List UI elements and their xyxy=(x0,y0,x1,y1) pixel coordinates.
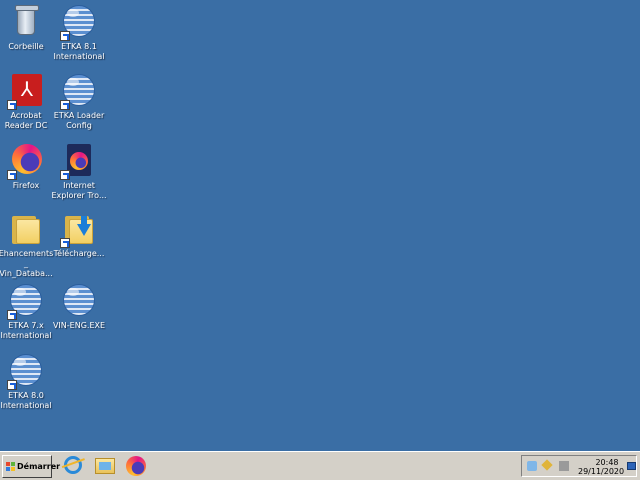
firefox-icon xyxy=(126,456,146,476)
info-tray-icon[interactable] xyxy=(527,461,537,471)
volume-tray-icon[interactable] xyxy=(559,461,569,471)
icon-label: Ehancements_ Vin_Databa... xyxy=(0,249,54,278)
desktop-icon-telechargements[interactable]: Télécharge... xyxy=(51,212,107,259)
shortcut-arrow-icon xyxy=(7,170,17,180)
shortcut-arrow-icon xyxy=(7,310,17,320)
shortcut-arrow-icon xyxy=(60,31,70,41)
desktop-icon-etka-loader-config[interactable]: ETKA Loader Config xyxy=(51,74,107,131)
shortcut-arrow-icon xyxy=(60,238,70,248)
icon-label: VIN-ENG.EXE xyxy=(52,321,106,330)
icon-label: Corbeille xyxy=(8,42,44,51)
desktop-icon-etka-8-1[interactable]: ETKA 8.1 International xyxy=(51,5,107,62)
start-button[interactable]: Démarrer xyxy=(2,455,60,478)
shortcut-arrow-icon xyxy=(7,380,17,390)
recycle-bin-icon xyxy=(15,5,39,35)
shortcut-arrow-icon xyxy=(60,170,70,180)
quicklaunch-explorer[interactable] xyxy=(93,455,117,477)
show-desktop-icon[interactable] xyxy=(627,462,636,470)
start-label: Démarrer xyxy=(17,462,61,471)
desktop-icon-ehancements-folder[interactable]: Ehancements_ Vin_Databa... xyxy=(0,212,54,279)
quicklaunch-firefox[interactable] xyxy=(124,455,148,477)
icon-label: Firefox xyxy=(12,181,40,190)
desktop-icon-etka-7x[interactable]: ETKA 7.x International xyxy=(0,284,54,341)
desktop-icon-vin-eng-exe[interactable]: VIN-ENG.EXE xyxy=(51,284,107,331)
explorer-folder-icon xyxy=(95,458,115,474)
clock-time[interactable]: 20:48 xyxy=(590,458,624,467)
shortcut-arrow-icon xyxy=(60,100,70,110)
folder-icon xyxy=(12,216,40,244)
quicklaunch-internet-explorer[interactable] xyxy=(61,455,85,477)
etka-globe-icon xyxy=(63,284,95,316)
icon-label: ETKA Loader Config xyxy=(53,111,105,130)
windows-logo-icon xyxy=(6,462,15,471)
internet-explorer-icon xyxy=(64,456,82,474)
clock-date[interactable]: 29/11/2020 xyxy=(578,467,624,476)
icon-label: Internet Explorer Tro... xyxy=(51,181,107,200)
icon-label: Télécharge... xyxy=(53,249,105,258)
network-tray-icon[interactable] xyxy=(541,459,553,471)
icon-label: ETKA 7.x International xyxy=(0,321,52,340)
system-tray: 20:48 29/11/2020 xyxy=(521,455,637,477)
desktop-icon-corbeille[interactable]: Corbeille xyxy=(0,5,54,52)
desktop-icon-firefox[interactable]: Firefox xyxy=(0,144,54,191)
firefox-app-icon xyxy=(67,144,91,176)
desktop-icon-acrobat-reader[interactable]: ⅄ Acrobat Reader DC xyxy=(0,74,54,131)
desktop-icon-etka-8-0[interactable]: ETKA 8.0 International xyxy=(0,354,54,411)
taskbar: Démarrer 20:48 29/11/2020 xyxy=(0,451,640,480)
icon-label: ETKA 8.1 International xyxy=(53,42,105,61)
shortcut-arrow-icon xyxy=(7,100,17,110)
icon-label: Acrobat Reader DC xyxy=(4,111,48,130)
icon-label: ETKA 8.0 International xyxy=(0,391,52,410)
desktop: Corbeille ETKA 8.1 International ⅄ Acroba… xyxy=(0,0,640,451)
desktop-icon-internet-explorer-tro[interactable]: Internet Explorer Tro... xyxy=(51,144,107,201)
